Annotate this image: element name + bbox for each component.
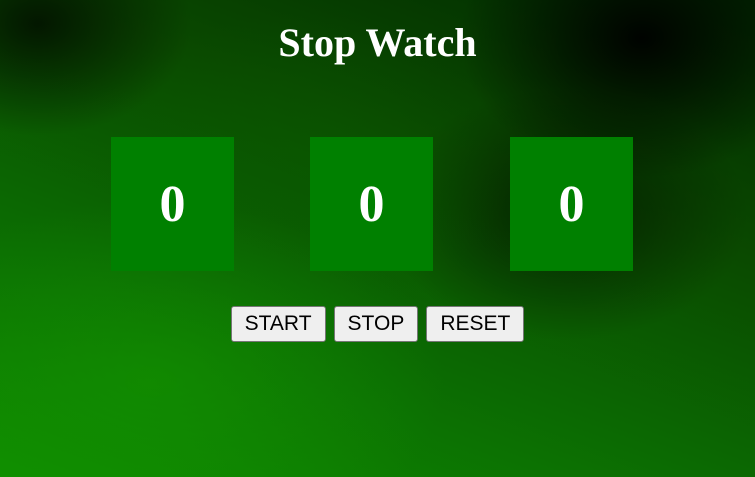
hours-display: 0	[111, 137, 234, 271]
stop-button[interactable]: STOP	[333, 306, 419, 342]
start-button[interactable]: START	[230, 306, 326, 342]
reset-button[interactable]: RESET	[426, 306, 525, 342]
controls-bar: START STOP RESET	[0, 306, 755, 342]
seconds-display: 0	[510, 137, 633, 271]
minutes-display: 0	[310, 137, 433, 271]
page-title: Stop Watch	[278, 20, 477, 65]
